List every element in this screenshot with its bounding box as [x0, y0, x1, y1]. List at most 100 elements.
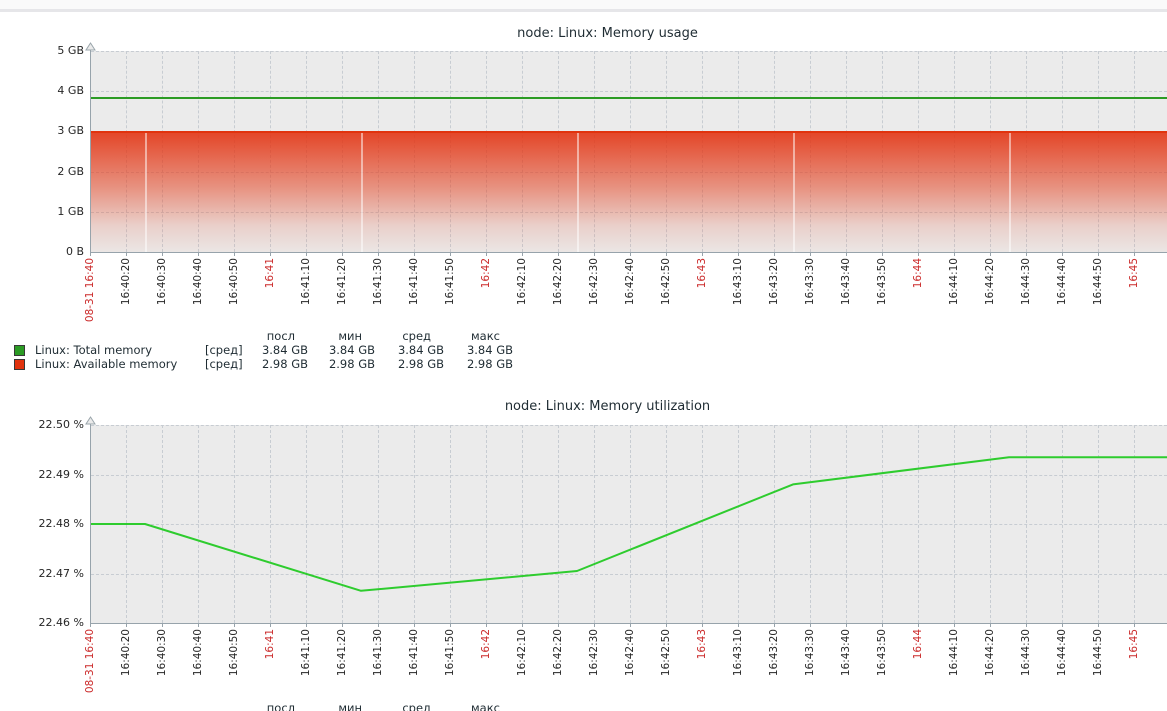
- x-axis-label: 16:43:20: [768, 258, 781, 338]
- x-axis-tick: [1026, 624, 1027, 627]
- x-axis-label: 16:42:40: [624, 629, 637, 709]
- x-axis-tick: [666, 624, 667, 627]
- x-axis-tick: [990, 253, 991, 256]
- x-axis-label: 16:40:50: [228, 258, 241, 338]
- x-axis-label: 16:41: [264, 258, 277, 338]
- x-axis-label: 16:40:40: [192, 629, 205, 709]
- series-segment-seam: [145, 133, 147, 252]
- x-axis-tick: [486, 624, 487, 627]
- series-segment-seam: [577, 133, 579, 252]
- x-axis-tick: [630, 624, 631, 627]
- legend-header-row: послминсредмакс: [14, 702, 513, 711]
- y-axis-label: 3 GB: [14, 124, 84, 137]
- x-axis-label: 16:41:10: [300, 258, 313, 338]
- series-segment-seam: [361, 133, 363, 252]
- x-axis-label: 16:41:30: [372, 258, 385, 338]
- legend-header: посл: [248, 702, 308, 711]
- x-axis-label: 16:44:10: [948, 258, 961, 338]
- legend-color-swatch: [14, 359, 25, 370]
- y-axis-arrow-icon: [85, 410, 96, 419]
- x-axis-tick: [450, 624, 451, 627]
- series-available-memory-line: [91, 131, 1167, 133]
- x-axis-label: 16:41:40: [408, 258, 421, 338]
- y-axis-label: 22.46 %: [14, 616, 84, 629]
- x-axis-label: 16:43:10: [732, 629, 745, 709]
- x-axis-tick: [234, 253, 235, 256]
- x-axis-label: 16:42:20: [552, 258, 565, 338]
- x-axis-label: 16:44:30: [1020, 629, 1033, 709]
- legend-series-name: Linux: Total memory: [31, 344, 203, 358]
- gridline-horizontal: [91, 51, 1167, 52]
- x-axis-tick: [1134, 624, 1135, 627]
- x-axis-tick: [630, 253, 631, 256]
- x-axis-tick: [270, 253, 271, 256]
- x-axis-tick: [990, 624, 991, 627]
- x-axis-label: 16:40:30: [156, 629, 169, 709]
- x-axis-tick: [738, 253, 739, 256]
- x-axis-label: 16:42:10: [516, 629, 529, 709]
- x-axis-tick: [450, 253, 451, 256]
- x-axis-label: 16:42: [480, 258, 493, 338]
- legend-aggregation: [сред]: [203, 358, 248, 372]
- legend-series-name: Linux: Available memory: [31, 358, 203, 372]
- x-axis-label: 16:44: [912, 629, 925, 709]
- legend-header: мин: [308, 330, 375, 344]
- series-segment-seam: [1009, 133, 1011, 252]
- legend-header-spacer: [31, 330, 203, 344]
- legend-memory-utilization: послминсредмакс: [14, 702, 513, 711]
- legend-header: посл: [248, 330, 308, 344]
- x-axis-tick: [126, 624, 127, 627]
- x-axis: [90, 252, 1167, 253]
- legend-header-spacer: [203, 702, 248, 711]
- y-axis-label: 0 B: [14, 245, 84, 258]
- top-strip: [0, 0, 1167, 12]
- x-axis-label: 16:44:40: [1056, 629, 1069, 709]
- plot-area-memory-usage[interactable]: [91, 51, 1167, 252]
- series-available-memory-area: [91, 133, 1167, 252]
- legend-header: макс: [444, 330, 513, 344]
- x-axis-tick: [558, 253, 559, 256]
- y-axis-label: 22.49 %: [14, 468, 84, 481]
- legend-aggregation: [сред]: [203, 344, 248, 358]
- x-axis-tick: [162, 253, 163, 256]
- x-axis-label: 16:42:50: [660, 258, 673, 338]
- x-axis-label: 16:44:50: [1092, 629, 1105, 709]
- x-axis-tick: [954, 253, 955, 256]
- y-axis-arrow-icon: [85, 36, 96, 45]
- x-axis-tick: [882, 624, 883, 627]
- x-axis-label: 16:44: [912, 258, 925, 338]
- legend-swatch-cell: [14, 358, 31, 372]
- x-axis-label: 16:43:30: [804, 258, 817, 338]
- x-axis-label: 16:44:20: [984, 629, 997, 709]
- y-axis: [90, 44, 91, 253]
- zabbix-graphs-page: node: Linux: Memory usage 5 GB4 GB3 GB2 …: [0, 0, 1167, 711]
- x-axis-tick: [1062, 624, 1063, 627]
- x-axis-label: 16:42:30: [588, 258, 601, 338]
- x-axis-label: 16:45: [1128, 258, 1141, 338]
- x-axis-label: 16:41:50: [444, 258, 457, 338]
- legend-stat-value: 3.84 GB: [375, 344, 444, 358]
- chart-title-memory-utilization: node: Linux: Memory utilization: [0, 399, 1167, 414]
- legend-header-spacer: [14, 330, 31, 344]
- x-axis-label: 16:43:40: [840, 629, 853, 709]
- x-axis-label: 16:42:30: [588, 629, 601, 709]
- x-axis-label: 16:42:50: [660, 629, 673, 709]
- x-axis-label: 16:43:30: [804, 629, 817, 709]
- x-axis-tick: [882, 253, 883, 256]
- legend-row: Linux: Total memory[сред]3.84 GB3.84 GB3…: [14, 344, 513, 358]
- x-axis-tick: [522, 624, 523, 627]
- legend-row: Linux: Available memory[сред]2.98 GB2.98…: [14, 358, 513, 372]
- legend-stat-value: 2.98 GB: [444, 358, 513, 372]
- x-axis-tick: [90, 253, 91, 256]
- x-axis-tick: [594, 253, 595, 256]
- x-axis-label: 16:43:50: [876, 629, 889, 709]
- x-axis-tick: [918, 253, 919, 256]
- legend-stat-value: 2.98 GB: [248, 358, 308, 372]
- x-axis-tick: [198, 253, 199, 256]
- legend-swatch-cell: [14, 344, 31, 358]
- x-axis-label: 16:43:20: [768, 629, 781, 709]
- x-axis-tick: [666, 253, 667, 256]
- x-axis-label: 16:41:50: [444, 629, 457, 709]
- legend-stat-value: 2.98 GB: [375, 358, 444, 372]
- x-axis-label: 16:42:10: [516, 258, 529, 338]
